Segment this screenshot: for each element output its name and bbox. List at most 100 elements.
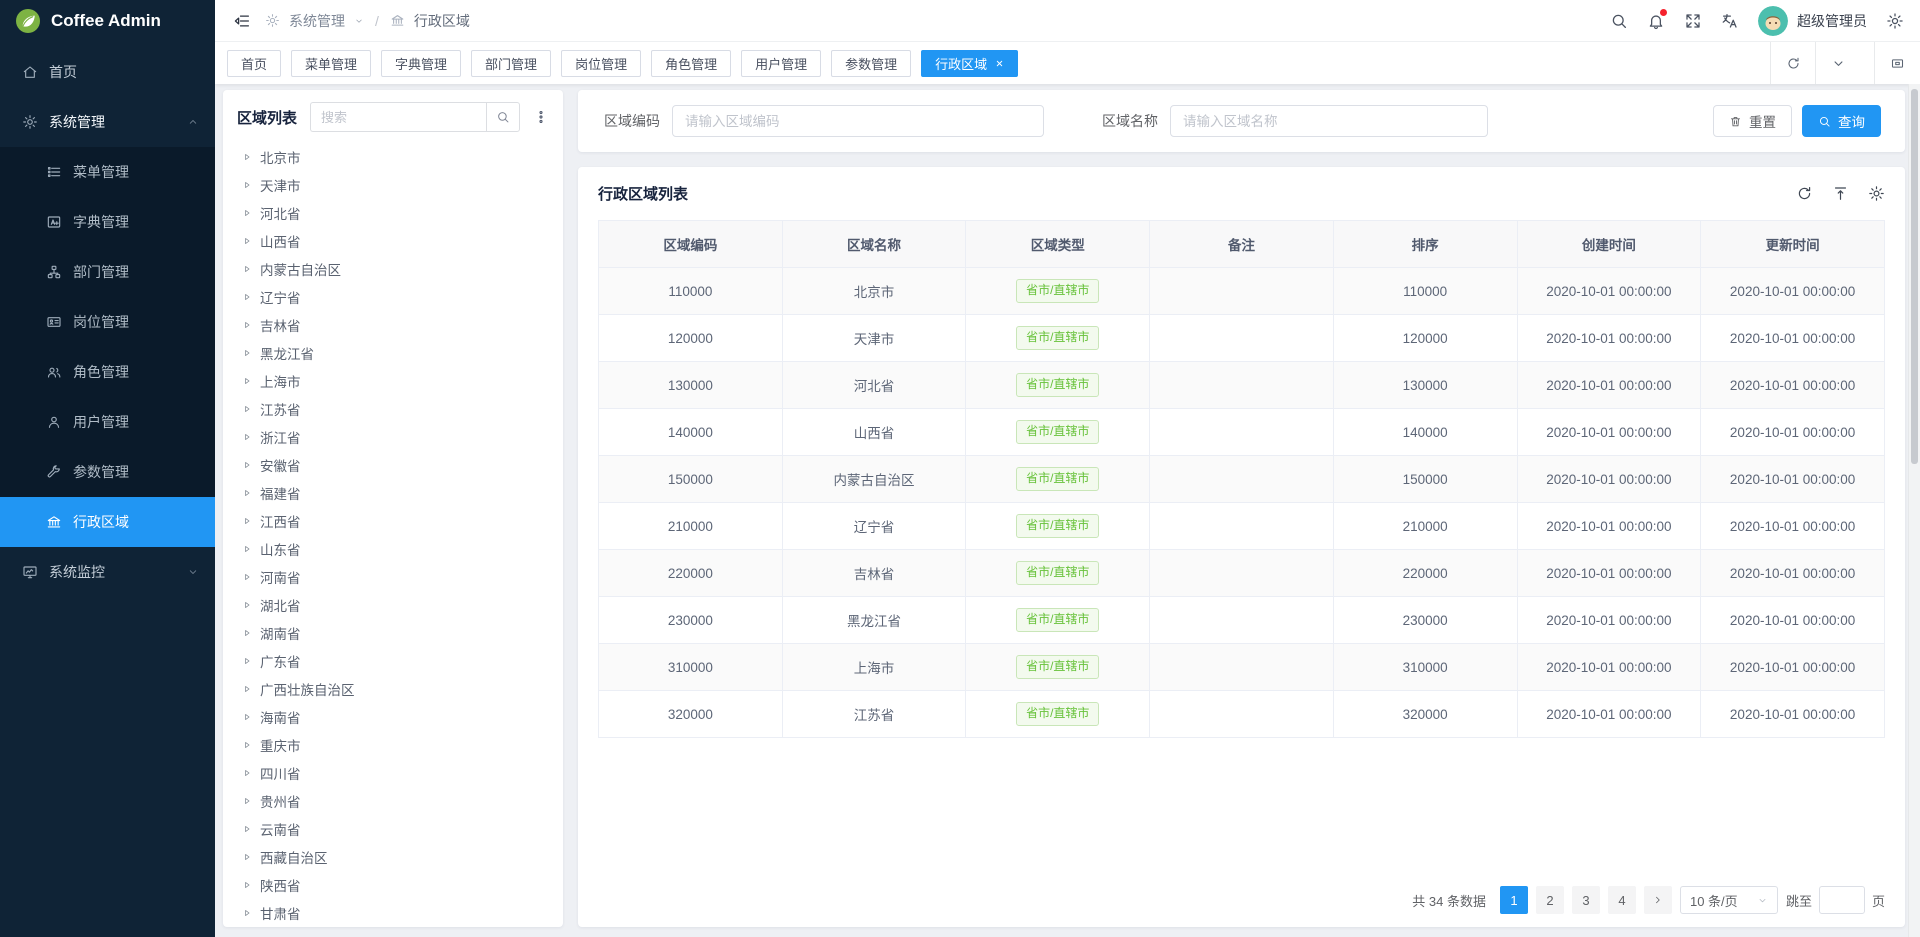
tree-item[interactable]: 四川省: [237, 759, 549, 787]
region-name-input[interactable]: [1170, 105, 1488, 137]
tree-item[interactable]: 江苏省: [237, 395, 549, 423]
tab[interactable]: 参数管理: [831, 50, 911, 77]
caret-right-icon[interactable]: [242, 404, 252, 414]
tabs-refresh-button[interactable]: [1770, 42, 1815, 84]
tree-item[interactable]: 河南省: [237, 563, 549, 591]
tree-item[interactable]: 云南省: [237, 815, 549, 843]
tree-item[interactable]: 江西省: [237, 507, 549, 535]
tree-item[interactable]: 甘肃省: [237, 899, 549, 927]
table-row[interactable]: 150000 内蒙古自治区 省市/直辖市 150000 2020-10-01 0…: [599, 456, 1885, 503]
window-scrollbar[interactable]: [1908, 84, 1920, 937]
app-logo[interactable]: Coffee Admin: [0, 0, 215, 42]
column-settings-gear-icon[interactable]: [1868, 185, 1885, 202]
tree-item[interactable]: 湖南省: [237, 619, 549, 647]
tree-item[interactable]: 内蒙古自治区: [237, 255, 549, 283]
page-size-select[interactable]: 10 条/页: [1680, 886, 1778, 914]
tab[interactable]: 部门管理: [471, 50, 551, 77]
caret-right-icon[interactable]: [242, 740, 252, 750]
tree-item[interactable]: 海南省: [237, 703, 549, 731]
tree-more-button[interactable]: [533, 109, 549, 125]
tree-item[interactable]: 北京市: [237, 143, 549, 171]
reset-button[interactable]: 重置: [1713, 105, 1792, 137]
tab[interactable]: 用户管理: [741, 50, 821, 77]
caret-right-icon[interactable]: [242, 348, 252, 358]
tree-item[interactable]: 黑龙江省: [237, 339, 549, 367]
caret-right-icon[interactable]: [242, 880, 252, 890]
caret-right-icon[interactable]: [242, 432, 252, 442]
page-button[interactable]: 3: [1572, 886, 1600, 914]
caret-right-icon[interactable]: [242, 796, 252, 806]
caret-right-icon[interactable]: [242, 376, 252, 386]
tab[interactable]: 行政区域: [921, 50, 1018, 77]
tree-item[interactable]: 浙江省: [237, 423, 549, 451]
sidebar-item-param-management[interactable]: 参数管理: [0, 447, 215, 497]
page-button[interactable]: 2: [1536, 886, 1564, 914]
caret-right-icon[interactable]: [242, 208, 252, 218]
tree-item[interactable]: 吉林省: [237, 311, 549, 339]
caret-right-icon[interactable]: [242, 656, 252, 666]
tree-item[interactable]: 贵州省: [237, 787, 549, 815]
sidebar-collapse-button[interactable]: [233, 12, 251, 30]
caret-right-icon[interactable]: [242, 460, 252, 470]
table-row[interactable]: 140000 山西省 省市/直辖市 140000 2020-10-01 00:0…: [599, 409, 1885, 456]
tabs-dropdown-button[interactable]: [1815, 42, 1860, 84]
table-row[interactable]: 220000 吉林省 省市/直辖市 220000 2020-10-01 00:0…: [599, 550, 1885, 597]
caret-right-icon[interactable]: [242, 852, 252, 862]
tree-item[interactable]: 安徽省: [237, 451, 549, 479]
notifications-button[interactable]: [1647, 12, 1665, 30]
sidebar-item-user-management[interactable]: 用户管理: [0, 397, 215, 447]
page-jump-input[interactable]: [1819, 886, 1865, 914]
tab[interactable]: 首页: [227, 50, 281, 77]
region-code-input[interactable]: [672, 105, 1044, 137]
tree-item[interactable]: 湖北省: [237, 591, 549, 619]
table-row[interactable]: 130000 河北省 省市/直辖市 130000 2020-10-01 00:0…: [599, 362, 1885, 409]
tree-search-button[interactable]: [486, 102, 520, 132]
tree-item[interactable]: 河北省: [237, 199, 549, 227]
caret-right-icon[interactable]: [242, 544, 252, 554]
sidebar-item-system-monitor[interactable]: 系统监控: [0, 547, 215, 597]
caret-right-icon[interactable]: [242, 236, 252, 246]
caret-right-icon[interactable]: [242, 152, 252, 162]
query-button[interactable]: 查询: [1802, 105, 1881, 137]
table-row[interactable]: 210000 辽宁省 省市/直辖市 210000 2020-10-01 00:0…: [599, 503, 1885, 550]
sidebar-item-home[interactable]: 首页: [0, 47, 215, 97]
refresh-icon[interactable]: [1796, 185, 1813, 202]
tree-item[interactable]: 广东省: [237, 647, 549, 675]
tree-item[interactable]: 山西省: [237, 227, 549, 255]
content-fullscreen-button[interactable]: [1874, 42, 1920, 84]
caret-right-icon[interactable]: [242, 180, 252, 190]
search-icon[interactable]: [1610, 12, 1628, 30]
tree-item[interactable]: 天津市: [237, 171, 549, 199]
table-row[interactable]: 320000 江苏省 省市/直辖市 320000 2020-10-01 00:0…: [599, 691, 1885, 738]
tree-item[interactable]: 广西壮族自治区: [237, 675, 549, 703]
row-density-icon[interactable]: [1832, 185, 1849, 202]
tree-item[interactable]: 山东省: [237, 535, 549, 563]
sidebar-item-system-management[interactable]: 系统管理: [0, 97, 215, 147]
tree-item[interactable]: 西藏自治区: [237, 843, 549, 871]
caret-right-icon[interactable]: [242, 572, 252, 582]
page-button[interactable]: 1: [1500, 886, 1528, 914]
caret-right-icon[interactable]: [242, 768, 252, 778]
scrollbar-thumb[interactable]: [1911, 89, 1918, 464]
caret-right-icon[interactable]: [242, 516, 252, 526]
caret-right-icon[interactable]: [242, 264, 252, 274]
sidebar-item-dept-management[interactable]: 部门管理: [0, 247, 215, 297]
tree-item[interactable]: 福建省: [237, 479, 549, 507]
tree-item[interactable]: 重庆市: [237, 731, 549, 759]
settings-gear-icon[interactable]: [1886, 12, 1904, 30]
caret-right-icon[interactable]: [242, 628, 252, 638]
sidebar-item-menu-management[interactable]: 菜单管理: [0, 147, 215, 197]
caret-right-icon[interactable]: [242, 320, 252, 330]
sidebar-item-admin-region[interactable]: 行政区域: [0, 497, 215, 547]
tab[interactable]: 菜单管理: [291, 50, 371, 77]
user-menu[interactable]: 超级管理员: [1758, 6, 1867, 36]
tab-close-icon[interactable]: [995, 59, 1004, 68]
caret-right-icon[interactable]: [242, 600, 252, 610]
caret-right-icon[interactable]: [242, 824, 252, 834]
translate-icon[interactable]: [1721, 12, 1739, 30]
fullscreen-icon[interactable]: [1684, 12, 1702, 30]
next-page-button[interactable]: [1644, 886, 1672, 914]
table-row[interactable]: 310000 上海市 省市/直辖市 310000 2020-10-01 00:0…: [599, 644, 1885, 691]
table-row[interactable]: 230000 黑龙江省 省市/直辖市 230000 2020-10-01 00:…: [599, 597, 1885, 644]
breadcrumb-section[interactable]: 系统管理: [289, 11, 345, 31]
